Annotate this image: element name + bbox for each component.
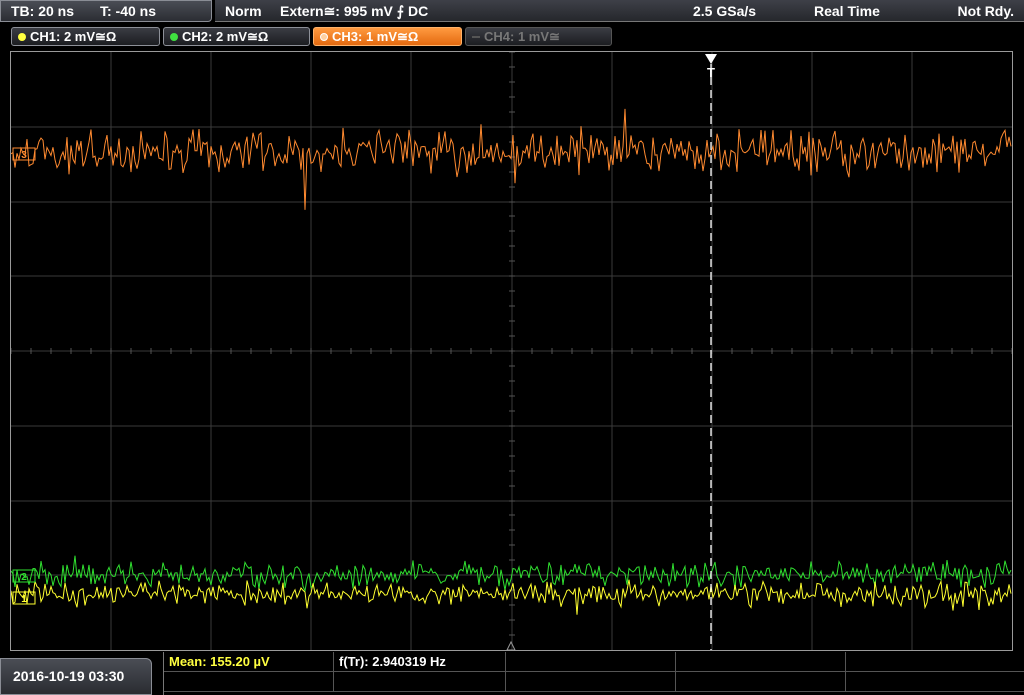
measurement-slot-10[interactable]	[846, 672, 1024, 692]
channel-bar: CH1: 2 mV≅Ω CH2: 2 mV≅Ω CH3: 1 mV≅Ω CH4:…	[0, 25, 1024, 49]
traces	[11, 108, 1012, 615]
trigger-source: Extern≅: 995 mV ⨍ DC	[280, 3, 429, 19]
timebase-label: TB: 20 ns	[11, 3, 75, 19]
channel-3-button[interactable]: CH3: 1 mV≅Ω	[313, 27, 462, 46]
ch3-trace	[11, 108, 1012, 210]
bottom-bar: 2016-10-19 03:30 Mean: 155.20 µV f(Tr): …	[0, 652, 1024, 695]
acquisition-status-bar[interactable]: Norm Extern≅: 995 mV ⨍ DC 2.5 GSa/s Real…	[215, 0, 1024, 22]
waveform-graticule: T 3 2 1	[11, 52, 1012, 650]
waveform-display[interactable]: T 3 2 1	[10, 51, 1013, 651]
ch2-trace	[11, 555, 1012, 593]
measurement-slot-5[interactable]	[846, 652, 1024, 672]
channel-3-dot-icon	[320, 32, 328, 41]
ready-state: Not Rdy.	[957, 3, 1014, 19]
svg-text:3: 3	[21, 150, 27, 161]
channel-4-button[interactable]: CH4: 1 mV≅	[465, 27, 612, 46]
measurement-slot-7[interactable]	[334, 672, 506, 692]
frequency-measurement[interactable]: f(Tr): 2.940319 Hz	[334, 652, 506, 672]
channel-2-label: CH2: 2 mV≅Ω	[182, 29, 269, 44]
trigger-time-label: T: -40 ns	[100, 3, 157, 19]
measurement-slot-8[interactable]	[506, 672, 676, 692]
measurement-slot-4[interactable]	[676, 652, 846, 672]
trigger-down-arrow-icon	[705, 54, 717, 64]
ch1-trace	[11, 579, 1012, 615]
svg-text:2: 2	[21, 572, 27, 583]
channel-4-dot-icon	[472, 35, 480, 38]
svg-text:1: 1	[21, 594, 27, 605]
top-bar: TB: 20 ns T: -40 ns Norm Extern≅: 995 mV…	[0, 0, 1024, 24]
channel-2-button[interactable]: CH2: 2 mV≅Ω	[163, 27, 310, 46]
channel-1-button[interactable]: CH1: 2 mV≅Ω	[11, 27, 160, 46]
sample-rate: 2.5 GSa/s	[693, 3, 757, 19]
timebase-box[interactable]: TB: 20 ns T: -40 ns	[0, 0, 212, 22]
trigger-mode: Norm	[225, 3, 262, 19]
center-bottom-marker-icon	[506, 640, 516, 650]
mean-measurement[interactable]: Mean: 155.20 µV	[164, 652, 334, 672]
channel-4-label: CH4: 1 mV≅	[484, 29, 560, 44]
channel-3-label: CH3: 1 mV≅Ω	[332, 29, 419, 44]
measurement-panel[interactable]: Mean: 155.20 µV f(Tr): 2.940319 Hz	[163, 652, 1024, 695]
datetime-box: 2016-10-19 03:30	[0, 658, 152, 695]
measurement-slot-6[interactable]	[164, 672, 334, 692]
measurement-slot-3[interactable]	[506, 652, 676, 672]
measurement-slot-9[interactable]	[676, 672, 846, 692]
datetime-label: 2016-10-19 03:30	[13, 668, 125, 684]
channel-2-dot-icon	[170, 32, 178, 41]
channel-1-dot-icon	[18, 32, 26, 41]
acquisition-mode: Real Time	[814, 3, 880, 19]
trigger-marker-label: T	[707, 65, 715, 80]
channel-1-label: CH1: 2 mV≅Ω	[30, 29, 117, 44]
